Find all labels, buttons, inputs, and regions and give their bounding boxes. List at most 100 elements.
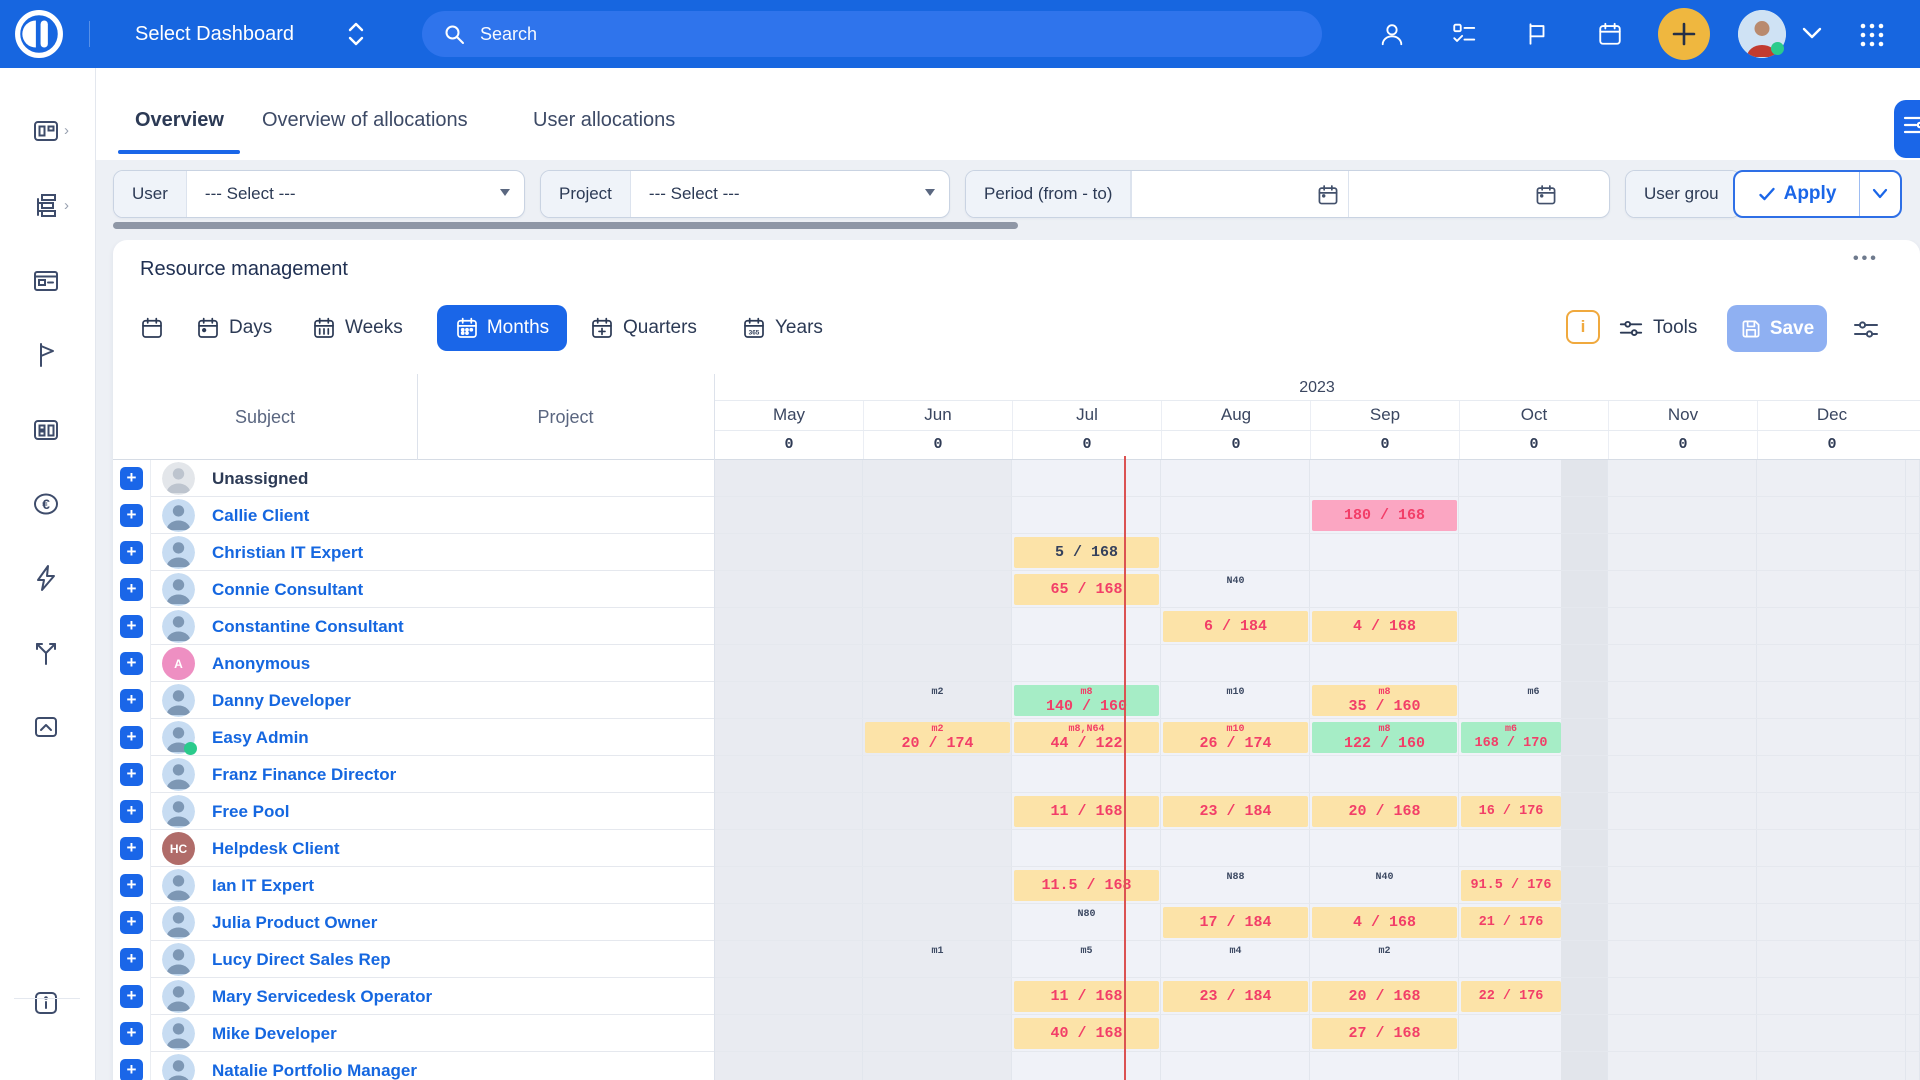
user-name-link[interactable]: Julia Product Owner [212,904,377,941]
allocation-cell[interactable]: 4 / 168 [1312,907,1457,938]
add-allocation-button[interactable]: + [120,726,143,749]
user-name-link[interactable]: Anonymous [212,645,310,682]
subject-column-header[interactable]: Subject [113,374,417,460]
allocation-note[interactable]: N88 [1161,872,1310,883]
add-allocation-button[interactable]: + [120,541,143,564]
user-name-link[interactable]: Ian IT Expert [212,867,314,904]
search-input[interactable]: Search [422,11,1322,57]
allocation-note[interactable]: N80 [1012,909,1161,920]
user-name-link[interactable]: Danny Developer [212,682,351,719]
user-filter-select[interactable]: --- Select --- [187,171,524,217]
user-name-link[interactable]: Callie Client [212,497,309,534]
user-name-link[interactable]: Free Pool [212,793,289,830]
tasks-icon[interactable] [1451,21,1477,47]
allocation-cell[interactable]: 20 / 168 [1312,981,1457,1012]
add-allocation-button[interactable]: + [120,874,143,897]
settings-sliders-icon[interactable] [1852,315,1880,343]
user-name-link[interactable]: Lucy Direct Sales Rep [212,941,391,978]
chevron-right-icon[interactable]: › [64,122,69,139]
allocation-cell[interactable]: 21 / 176 [1461,907,1561,938]
user-name-link[interactable]: Franz Finance Director [212,756,396,793]
view-years-button[interactable]: 365 Years [742,305,823,351]
view-quarters-button[interactable]: Quarters [590,305,697,351]
app-logo[interactable] [14,9,64,59]
add-allocation-button[interactable]: + [120,689,143,712]
apply-dropdown-button[interactable] [1860,172,1900,216]
allocation-cell[interactable]: m835 / 160 [1312,685,1457,716]
view-days-button[interactable]: Days [196,305,272,351]
allocation-cell[interactable]: m8,N6444 / 122 [1014,722,1159,753]
allocation-note[interactable]: m2 [863,687,1012,698]
user-name-link[interactable]: Connie Consultant [212,571,363,608]
add-button[interactable] [1658,8,1710,60]
calendar-icon[interactable] [1316,183,1340,207]
chevron-right-icon[interactable]: › [64,197,69,214]
allocation-cell[interactable]: 23 / 184 [1163,796,1308,827]
add-allocation-button[interactable]: + [120,578,143,601]
allocation-cell[interactable]: 4 / 168 [1312,611,1457,642]
allocation-note[interactable]: m5 [1012,946,1161,957]
user-name-link[interactable]: Christian IT Expert [212,534,363,571]
allocation-cell[interactable]: m220 / 174 [865,722,1010,753]
allocation-cell[interactable]: m6168 / 170 [1461,722,1561,753]
user-name-link[interactable]: Mike Developer [212,1015,337,1052]
add-allocation-button[interactable]: + [120,652,143,675]
tab-overview-of-allocations[interactable]: Overview of allocations [262,68,468,156]
allocation-note[interactable]: m4 [1161,946,1310,957]
user-name-link[interactable]: Constantine Consultant [212,608,404,645]
add-allocation-button[interactable]: + [120,1059,143,1080]
jump-to-date-button[interactable] [140,305,164,351]
info-badge[interactable]: i [1566,310,1600,344]
apply-button[interactable]: Apply [1735,172,1860,216]
add-allocation-button[interactable]: + [120,763,143,786]
allocation-cell[interactable]: 11 / 168 [1014,796,1159,827]
allocation-note[interactable]: N40 [1310,872,1459,883]
allocation-cell[interactable]: 23 / 184 [1163,981,1308,1012]
project-column-header[interactable]: Project [417,374,714,460]
chevron-down-icon[interactable] [1800,26,1824,42]
dashboard-selector[interactable]: Select Dashboard [135,0,294,68]
user-name-link[interactable]: Helpdesk Client [212,830,340,867]
project-tree-icon[interactable] [31,191,61,221]
panel-menu-button[interactable]: ••• [1853,250,1879,268]
allocation-cell[interactable]: 5 / 168 [1014,537,1159,568]
user-name-link[interactable]: Natalie Portfolio Manager [212,1052,417,1080]
period-to-input[interactable] [1348,171,1566,217]
user-icon[interactable] [1379,21,1405,47]
allocation-cell[interactable]: m1026 / 174 [1163,722,1308,753]
period-from-input[interactable] [1131,171,1348,217]
allocation-note[interactable]: m10 [1161,687,1310,698]
flag-icon[interactable] [31,340,61,370]
add-allocation-button[interactable]: + [120,948,143,971]
add-allocation-button[interactable]: + [120,985,143,1008]
panel-up-icon[interactable] [31,712,61,742]
window-icon[interactable] [31,266,61,296]
allocation-cell[interactable]: 22 / 176 [1461,981,1561,1012]
euro-icon[interactable]: € [31,489,61,519]
allocation-cell[interactable]: 27 / 168 [1312,1018,1457,1049]
allocation-cell[interactable]: 11 / 168 [1014,981,1159,1012]
add-allocation-button[interactable]: + [120,911,143,934]
save-button[interactable]: Save [1727,305,1827,352]
quick-filter-tab[interactable] [1894,100,1920,158]
view-weeks-button[interactable]: Weeks [312,305,403,351]
allocation-cell[interactable]: 91.5 / 176 [1461,870,1561,901]
allocation-cell[interactable]: 6 / 184 [1163,611,1308,642]
allocation-note[interactable]: m2 [1310,946,1459,957]
info-icon[interactable] [31,988,61,1018]
calendar-icon[interactable] [1597,21,1623,47]
dashboard-selector-chevrons-icon[interactable] [346,20,366,48]
tools-button[interactable]: Tools [1618,305,1697,351]
modules-icon[interactable] [31,415,61,445]
tab-user-allocations[interactable]: User allocations [533,68,675,156]
split-arrows-icon[interactable] [31,638,61,668]
allocation-cell[interactable]: 11.5 / 168 [1014,870,1159,901]
allocation-cell[interactable]: 40 / 168 [1014,1018,1159,1049]
view-months-button[interactable]: Months [437,305,567,351]
lightning-icon[interactable] [31,563,61,593]
project-filter-select[interactable]: --- Select --- [631,171,949,217]
add-allocation-button[interactable]: + [120,837,143,860]
filters-scrollbar[interactable] [113,222,1018,229]
allocation-cell[interactable]: m8140 / 160 [1014,685,1159,716]
add-allocation-button[interactable]: + [120,615,143,638]
